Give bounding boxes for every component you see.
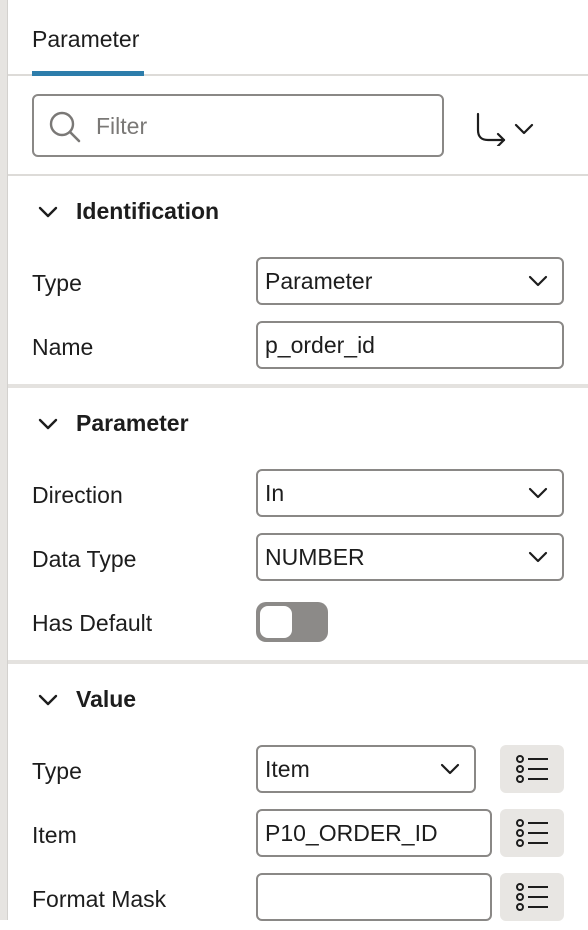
collapse-chevron-icon (38, 206, 58, 218)
item-input-value: P10_ORDER_ID (265, 820, 438, 846)
chevron-down-icon (514, 123, 534, 135)
data-type-label: Data Type (32, 546, 137, 572)
row-has-default: Has Default (8, 590, 588, 654)
section-title: Value (76, 686, 137, 712)
row-data-type: Data Type NUMBER (8, 526, 588, 590)
section-header-value[interactable]: Value (8, 666, 308, 730)
name-input[interactable]: p_order_id (256, 321, 564, 369)
direction-select[interactable]: In (256, 469, 564, 517)
name-label: Name (32, 334, 94, 360)
tab-bar: Parameter (8, 0, 588, 76)
section-title: Parameter (76, 410, 189, 436)
chevron-down-icon (528, 487, 548, 499)
collapse-chevron-icon (38, 694, 58, 706)
section-header-parameter[interactable]: Parameter (8, 390, 308, 454)
item-label: Item (32, 822, 77, 848)
list-icon (516, 883, 548, 911)
filter-row (8, 78, 588, 176)
data-type-select-value: NUMBER (265, 544, 365, 570)
filter-box[interactable] (32, 94, 444, 157)
toggle-knob (260, 606, 292, 638)
filter-input[interactable] (94, 106, 424, 146)
list-icon (516, 819, 548, 847)
type-select-value: Parameter (265, 268, 373, 294)
type-label: Type (32, 270, 82, 296)
search-icon (49, 111, 81, 143)
direction-label: Direction (32, 482, 123, 508)
value-type-select-value: Item (265, 756, 310, 782)
format-mask-label: Format Mask (32, 886, 167, 912)
chevron-down-icon (440, 763, 460, 775)
name-input-value: p_order_id (265, 332, 375, 358)
row-format-mask: Format Mask (8, 866, 588, 930)
section-value: Value Type Item Item P10_ORDER_ID Format… (8, 666, 588, 926)
goto-group-button[interactable] (470, 110, 540, 148)
chevron-down-icon (528, 275, 548, 287)
section-identification: Identification Type Parameter Name p_ord… (8, 178, 588, 388)
row-value-type: Type Item (8, 738, 588, 802)
direction-select-value: In (265, 480, 285, 506)
format-mask-input[interactable] (256, 873, 492, 921)
type-select[interactable]: Parameter (256, 257, 564, 305)
value-type-label: Type (32, 758, 82, 784)
active-tab-indicator (32, 71, 144, 76)
tab-label: Parameter (32, 26, 140, 52)
has-default-toggle[interactable] (256, 602, 328, 642)
value-type-list-button[interactable] (500, 745, 564, 793)
row-name: Name p_order_id (8, 314, 588, 378)
collapse-chevron-icon (38, 418, 58, 430)
section-header-identification[interactable]: Identification (8, 178, 308, 242)
tab-parameter[interactable]: Parameter (32, 0, 144, 76)
value-type-select[interactable]: Item (256, 745, 476, 793)
left-panel-edge (0, 0, 8, 920)
row-direction: Direction In (8, 462, 588, 526)
has-default-label: Has Default (32, 610, 153, 636)
row-item: Item P10_ORDER_ID (8, 802, 588, 866)
item-input[interactable]: P10_ORDER_ID (256, 809, 492, 857)
data-type-select[interactable]: NUMBER (256, 533, 564, 581)
property-editor: Parameter Identifica (8, 0, 588, 921)
list-icon (516, 755, 548, 783)
chevron-down-icon (528, 551, 548, 563)
section-parameter: Parameter Direction In Data Type NUMBER … (8, 390, 588, 664)
item-list-button[interactable] (500, 809, 564, 857)
format-mask-list-button[interactable] (500, 873, 564, 921)
section-title: Identification (76, 198, 220, 224)
row-type: Type Parameter (8, 250, 588, 314)
